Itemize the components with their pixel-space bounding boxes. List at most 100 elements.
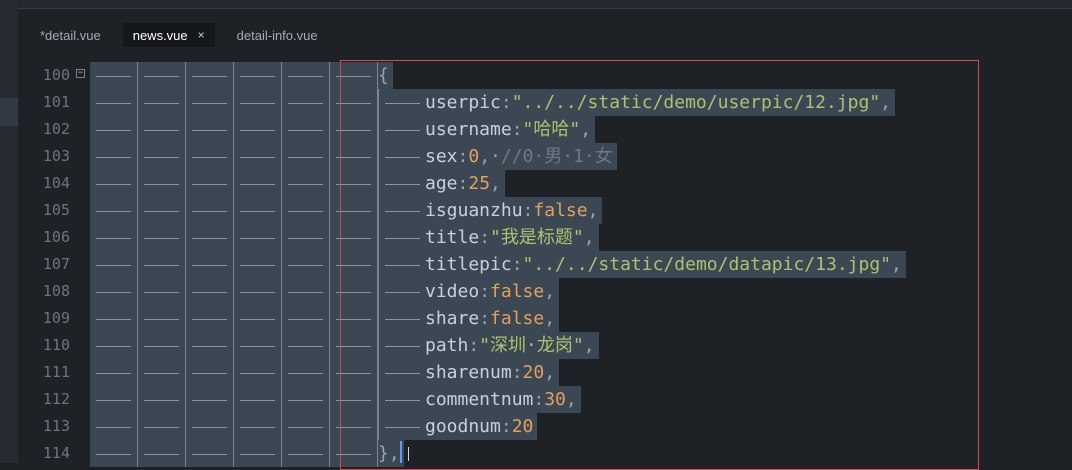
code-token: }, [378,443,400,464]
whitespace-tab-marker [330,359,378,386]
line-number: 109 [42,309,70,327]
whitespace-tab-marker [138,413,186,440]
indent-guides [90,278,378,305]
code-token: false [490,308,545,329]
whitespace-tab-marker [378,89,426,116]
code-line[interactable]: 110 path:"深圳·龙岗", [30,332,1072,359]
side-panel-strip [0,0,18,463]
code-line[interactable]: 113 goodnum:20 [30,413,1072,440]
code-text: commentnum:30, [425,386,581,413]
code-text: isguanzhu:false, [425,197,603,224]
code-line[interactable]: 102 username:"哈哈", [30,116,1072,143]
whitespace-tab-marker [282,278,330,305]
whitespace-tab-marker [90,89,138,116]
whitespace-tab-marker [186,251,234,278]
whitespace-tab-marker [186,332,234,359]
code-token: , [891,254,902,275]
whitespace-tab-marker [282,251,330,278]
tab-news-vue[interactable]: news.vue × [122,23,215,47]
indent-guides [90,359,378,386]
whitespace-tab-marker [378,224,426,251]
code-token: 25 [468,173,491,194]
code-token: : [500,92,512,113]
line-number: 111 [42,363,70,381]
whitespace-tab-marker [282,89,330,116]
code-text: path:"深圳·龙岗", [425,332,599,359]
indent-guides [90,413,378,440]
indent-guides [90,62,378,89]
code-editor[interactable]: 100−{101 userpic:"../../static/demo/userp… [30,62,1072,467]
whitespace-tab-marker [330,251,378,278]
code-token: : [479,281,491,302]
ibeam-cursor-icon [408,447,409,461]
code-text: share:false, [425,305,560,332]
line-number: 101 [42,93,70,111]
whitespace-tab-marker [138,251,186,278]
code-line[interactable]: 106 title:"我是标题", [30,224,1072,251]
whitespace-tab-marker [282,62,330,89]
tab-detail-info-vue[interactable]: detail-info.vue [227,23,328,47]
line-number: 112 [42,390,70,408]
code-text: { [378,62,393,89]
code-text: username:"哈哈", [425,116,596,143]
tab-label: detail-info.vue [236,27,318,43]
whitespace-tab-marker [378,386,426,413]
whitespace-tab-marker [90,170,138,197]
code-line[interactable]: 101 userpic:"../../static/demo/userpic/12… [30,89,1072,116]
code-line[interactable]: 104 age:25, [30,170,1072,197]
code-token: , [544,281,556,302]
whitespace-tab-marker [234,251,282,278]
whitespace-tab-marker [138,224,186,251]
fold-toggle-icon[interactable]: − [76,69,85,78]
line-number: 105 [42,201,70,219]
code-line[interactable]: 103 sex:0,·//0·男·1·女 [30,143,1072,170]
whitespace-tab-marker [378,251,426,278]
whitespace-tab-marker [234,278,282,305]
indent-guides [90,197,378,224]
line-number: 102 [42,120,70,138]
code-line[interactable]: 109 share:false, [30,305,1072,332]
whitespace-tab-marker [138,359,186,386]
code-token: : [522,200,534,221]
code-line[interactable]: 105 isguanzhu:false, [30,197,1072,224]
close-icon[interactable]: × [198,28,205,42]
line-number: 108 [42,282,70,300]
whitespace-tab-marker [90,359,138,386]
code-text: sex:0,·//0·男·1·女 [425,143,617,170]
whitespace-tab-marker [138,116,186,143]
code-token: : [500,416,512,437]
code-text: sharenum:20, [425,359,560,386]
whitespace-tab-marker [138,197,186,224]
whitespace-tab-marker [378,143,426,170]
code-token: : [511,119,523,140]
whitespace-tab-marker [234,386,282,413]
line-number: 103 [42,147,70,165]
whitespace-tab-marker [138,170,186,197]
code-token: goodnum [425,416,501,437]
whitespace-tab-marker [282,143,330,170]
line-number: 113 [42,417,70,435]
code-token: sharenum [425,362,512,383]
code-line[interactable]: 108 video:false, [30,278,1072,305]
whitespace-tab-marker [186,386,234,413]
code-text: video:false, [425,278,560,305]
code-line[interactable]: 112 commentnum:30, [30,386,1072,413]
whitespace-tab-marker [90,305,138,332]
whitespace-tab-marker [330,62,378,89]
tab-detail-vue[interactable]: *detail.vue [30,23,111,47]
code-token: age [425,173,458,194]
code-line[interactable]: 107 titlepic:"../../static/demo/datapic/1… [30,251,1072,278]
code-token: false [490,281,545,302]
code-line[interactable]: 100− { [30,62,1072,89]
code-line[interactable]: 111 sharenum:20, [30,359,1072,386]
whitespace-tab-marker [186,143,234,170]
whitespace-tab-marker [138,62,186,89]
line-number: 106 [42,228,70,246]
code-token: , [583,227,595,248]
code-token: , [580,119,592,140]
editor-tab-bar: *detail.vue news.vue × detail-info.vue [30,18,1072,52]
code-token: 30 [544,389,566,410]
whitespace-tab-marker [90,251,138,278]
indent-guides [90,143,378,170]
whitespace-tab-marker [186,413,234,440]
